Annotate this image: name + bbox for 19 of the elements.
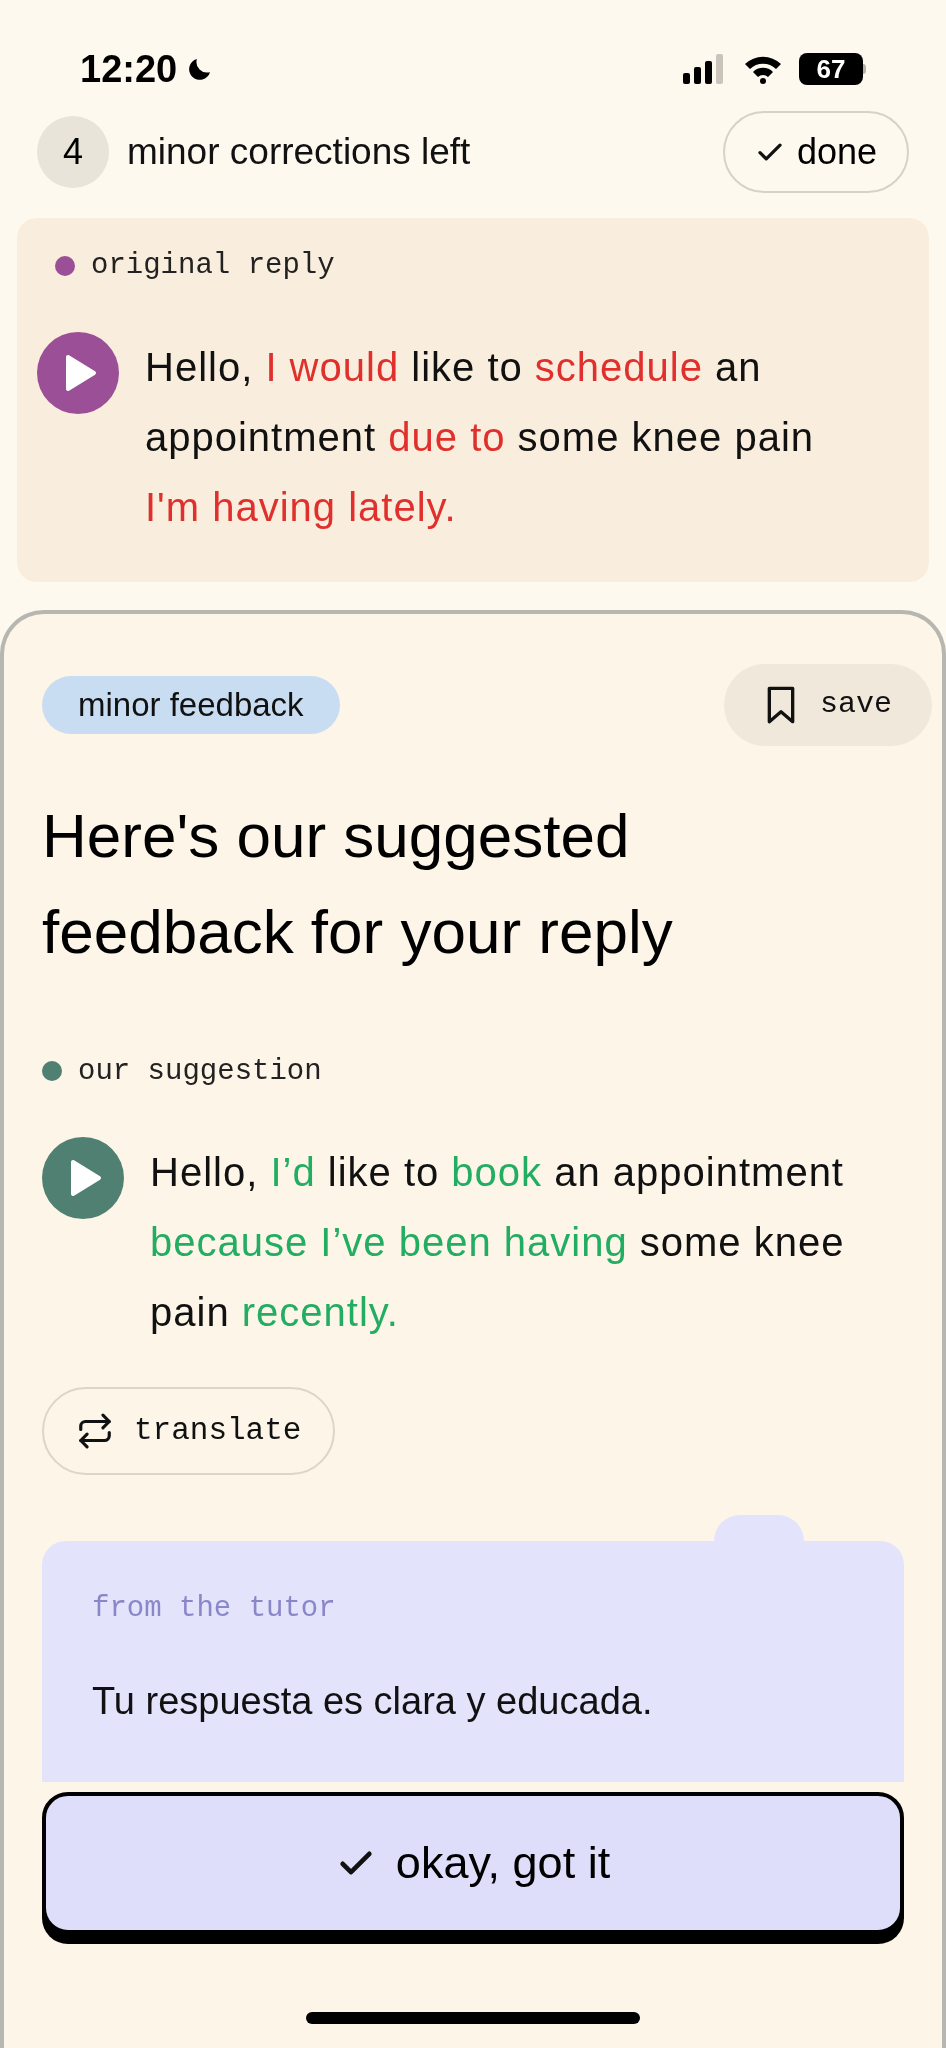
count-badge: 4	[37, 116, 109, 188]
play-icon[interactable]	[37, 331, 119, 414]
reply-sentence: Hello, I would like to schedule an appointment due to some knee pain I'm having lately.	[145, 343, 815, 531]
repeat-icon	[76, 1412, 114, 1450]
battery-indicator: 67	[799, 53, 863, 85]
tutor-label: from the tutor	[92, 1591, 337, 1627]
wifi-icon	[743, 54, 783, 84]
feedback-badge: minor feedback	[42, 675, 340, 734]
done-button[interactable]: done	[722, 111, 909, 193]
play-icon[interactable]	[42, 1137, 124, 1219]
corrections-label: minor corrections left	[127, 130, 471, 175]
translate-button[interactable]: translate	[42, 1387, 336, 1475]
tutor-message: Tu respuesta es clara y educada.	[92, 1678, 654, 1724]
clock-time: 12:20	[80, 46, 178, 92]
save-button[interactable]: save	[724, 663, 932, 746]
reply-sentence: Hello, I’d like to book an appointment because I’ve been having some knee pain recently.	[150, 1149, 846, 1336]
section-label: our suggestion	[78, 1053, 322, 1090]
feedback-title: Here's our suggested feedback for your reply	[42, 799, 674, 968]
section-label: original reply	[91, 248, 335, 284]
